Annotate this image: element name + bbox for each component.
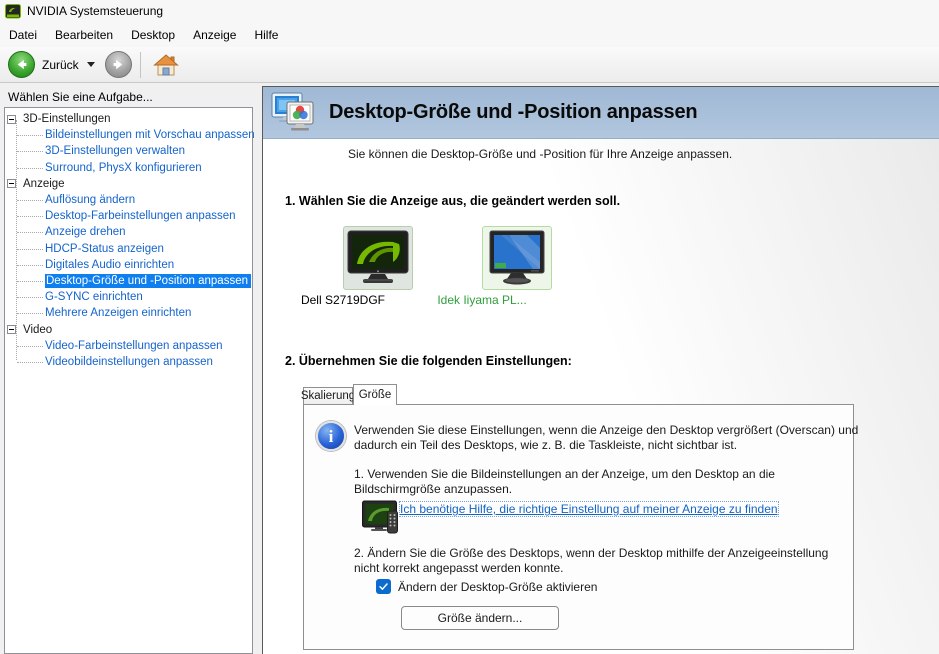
tree-item-aufloesung[interactable]: Auflösung ändern bbox=[5, 192, 252, 208]
nvidia-app-icon bbox=[5, 3, 21, 18]
page-banner: Desktop-Größe und -Position anpassen bbox=[263, 87, 939, 139]
step2-heading: 2. Übernehmen Sie die folgenden Einstell… bbox=[285, 354, 572, 368]
tree-node-3d-einstellungen[interactable]: 3D-Einstellungen bbox=[5, 111, 252, 127]
display-help-link[interactable]: Ich benötige Hilfe, die richtige Einstel… bbox=[399, 501, 779, 517]
tree-item-3d-verwalten[interactable]: 3D-Einstellungen verwalten bbox=[5, 143, 252, 159]
task-tree: 3D-Einstellungen Bildeinstellungen mit V… bbox=[4, 107, 255, 654]
back-button-label[interactable]: Zurück bbox=[42, 58, 79, 72]
tree-item-hdcp-status[interactable]: HDCP-Status anzeigen bbox=[5, 241, 252, 257]
info-icon: i bbox=[316, 421, 346, 451]
tree-item-mehrere-anzeigen[interactable]: Mehrere Anzeigen einrichten bbox=[5, 305, 252, 321]
tree-item-videobildeinstellungen[interactable]: Videobildeinstellungen anpassen bbox=[5, 354, 252, 370]
menu-hilfe[interactable]: Hilfe bbox=[245, 24, 287, 46]
sidebar-header: Wählen Sie eine Aufgabe... bbox=[8, 90, 153, 104]
page-subtitle: Sie können die Desktop-Größe und -Positi… bbox=[348, 147, 733, 161]
forward-arrow-icon bbox=[113, 59, 122, 70]
instruction-1: 1. Verwenden Sie die Bildeinstellungen a… bbox=[354, 467, 775, 496]
menu-desktop[interactable]: Desktop bbox=[122, 24, 184, 46]
checkbox-row: Ändern der Desktop-Größe aktivieren bbox=[376, 579, 597, 594]
tree-group-video: Video Video-Farbeinstellungen anpassen V… bbox=[5, 321, 252, 370]
size-tab-panel: i Verwenden Sie diese Einstellungen, wen… bbox=[303, 404, 858, 650]
menu-datei[interactable]: Datei bbox=[0, 24, 46, 46]
checkbox-label[interactable]: Ändern der Desktop-Größe aktivieren bbox=[398, 580, 597, 594]
tab-groesse[interactable]: Größe bbox=[353, 384, 397, 405]
menu-bearbeiten[interactable]: Bearbeiten bbox=[46, 24, 122, 46]
displays-icon bbox=[271, 92, 314, 130]
tree-item-bildeinstellungen[interactable]: Bildeinstellungen mit Vorschau anpassen bbox=[5, 127, 255, 143]
resize-button[interactable]: Größe ändern... bbox=[401, 606, 559, 630]
tab-skalierung[interactable]: Skalierung bbox=[301, 387, 355, 404]
collapse-icon[interactable] bbox=[7, 179, 16, 189]
enable-resize-checkbox[interactable] bbox=[376, 579, 391, 594]
tree-item-video-farbeinstellungen[interactable]: Video-Farbeinstellungen anpassen bbox=[5, 338, 252, 354]
title-bar: NVIDIA Systemsteuerung bbox=[0, 0, 939, 22]
back-history-dropdown[interactable] bbox=[86, 62, 95, 67]
tree-item-surround-physx[interactable]: Surround, PhysX konfigurieren bbox=[5, 160, 252, 176]
tree-group-anzeige: Anzeige Auflösung ändern Desktop-Farbein… bbox=[5, 176, 252, 322]
tree-item-gsync[interactable]: G-SYNC einrichten bbox=[5, 289, 252, 305]
tree-item-digitales-audio[interactable]: Digitales Audio einrichten bbox=[5, 257, 252, 273]
collapse-icon[interactable] bbox=[7, 114, 16, 124]
display-tile-iiyama[interactable] bbox=[482, 226, 552, 290]
monitor-blue-icon bbox=[489, 230, 545, 285]
menu-bar: Datei Bearbeiten Desktop Anzeige Hilfe bbox=[0, 22, 939, 47]
display-label-iiyama[interactable]: Idek Iiyama PL... bbox=[412, 293, 552, 307]
tree-item-desktop-groesse-position[interactable]: Desktop-Größe und -Position anpassen bbox=[5, 273, 252, 289]
task-sidebar: Wählen Sie eine Aufgabe... 3D-Einstellun… bbox=[0, 83, 258, 654]
toolbar-separator bbox=[139, 51, 141, 78]
step1-heading: 1. Wählen Sie die Anzeige aus, die geänd… bbox=[285, 194, 621, 208]
tree-group-3d-einstellungen: 3D-Einstellungen Bildeinstellungen mit V… bbox=[5, 111, 255, 176]
forward-button[interactable] bbox=[104, 51, 132, 78]
back-arrow-icon bbox=[17, 59, 27, 70]
content-area: Desktop-Größe und -Position anpassen Sie… bbox=[262, 86, 939, 654]
tree-node-anzeige[interactable]: Anzeige bbox=[5, 176, 252, 192]
tree-item-farbeinstellungen[interactable]: Desktop-Farbeinstellungen anpassen bbox=[5, 208, 252, 224]
checkmark-icon bbox=[379, 583, 388, 590]
menu-anzeige[interactable]: Anzeige bbox=[184, 24, 245, 46]
back-button[interactable] bbox=[8, 51, 35, 78]
navigation-toolbar: Zurück bbox=[0, 47, 939, 83]
instruction-2: 2. Ändern Sie die Größe des Desktops, we… bbox=[354, 546, 829, 575]
nvidia-control-panel-window: NVIDIA Systemsteuerung Datei Bearbeiten … bbox=[0, 0, 939, 654]
display-label-dell[interactable]: Dell S2719DGF bbox=[273, 293, 413, 307]
info-text: Verwenden Sie diese Einstellungen, wenn … bbox=[354, 423, 859, 452]
tree-node-video[interactable]: Video bbox=[5, 321, 252, 337]
home-icon bbox=[152, 53, 179, 75]
tree-item-anzeige-drehen[interactable]: Anzeige drehen bbox=[5, 224, 252, 240]
home-button[interactable] bbox=[151, 51, 181, 79]
tv-remote-icon bbox=[362, 500, 398, 534]
display-tile-dell[interactable] bbox=[343, 226, 413, 290]
collapse-icon[interactable] bbox=[7, 325, 16, 335]
window-title: NVIDIA Systemsteuerung bbox=[27, 4, 164, 18]
monitor-nvidia-icon bbox=[347, 230, 409, 283]
help-link-wrap: Ich benötige Hilfe, die richtige Einstel… bbox=[399, 501, 835, 517]
page-title: Desktop-Größe und -Position anpassen bbox=[329, 101, 698, 123]
